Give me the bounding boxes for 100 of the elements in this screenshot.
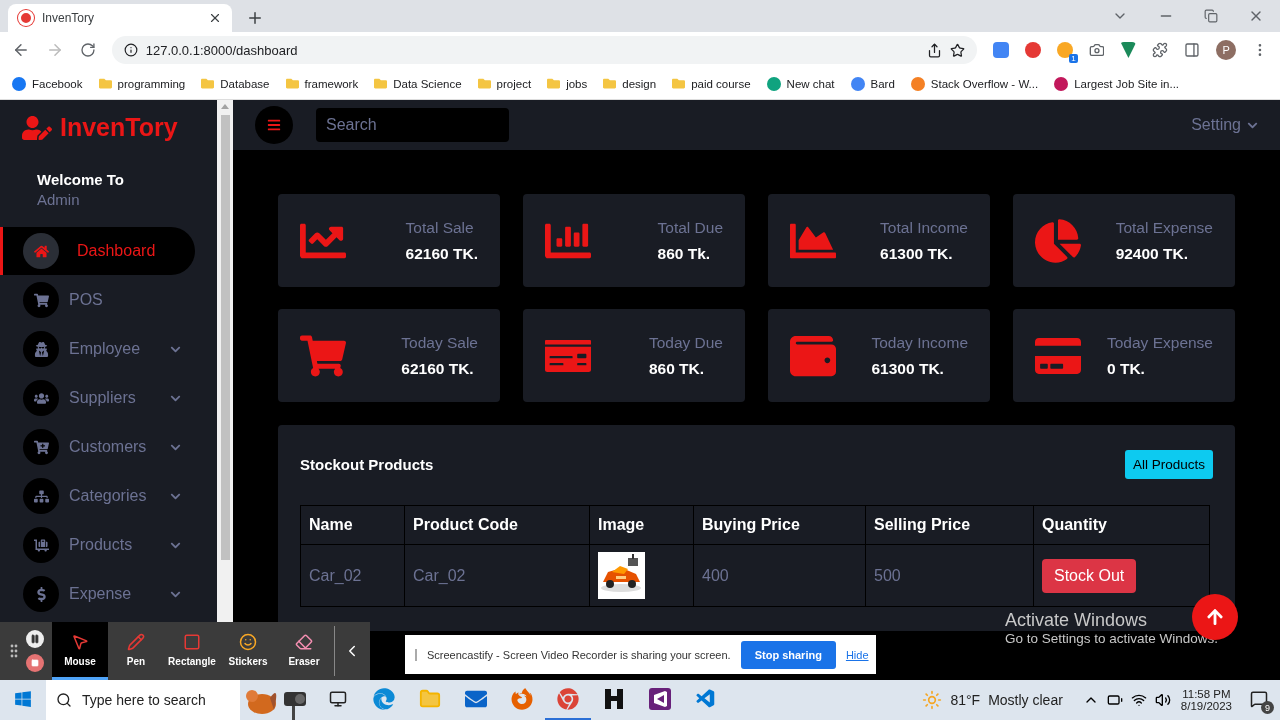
- recorder-tool[interactable]: Pen: [108, 622, 164, 680]
- browser-tab[interactable]: InvenTory: [8, 4, 232, 32]
- column-header: Quantity: [1033, 505, 1210, 545]
- stat-label: Today Sale: [401, 333, 478, 352]
- extension-icon[interactable]: [992, 42, 1009, 58]
- network-icon[interactable]: [1130, 692, 1147, 708]
- battery-icon[interactable]: [1106, 692, 1123, 708]
- column-header: Product Code: [404, 505, 590, 545]
- stop-sharing-button[interactable]: Stop sharing: [740, 640, 836, 669]
- user-name: Admin: [37, 191, 81, 208]
- side-panel-icon[interactable]: [1184, 42, 1201, 58]
- pie-chart-icon: [1035, 217, 1081, 264]
- pen-icon: [127, 632, 145, 651]
- profile-avatar[interactable]: P: [1216, 40, 1237, 60]
- welcome-text: Welcome To: [37, 171, 125, 188]
- table-cell: Car_02: [300, 544, 405, 607]
- bookmark[interactable]: programming: [98, 77, 186, 90]
- panel-title: Stockout Products: [300, 456, 434, 473]
- sidebar-item[interactable]: Employee: [0, 325, 195, 373]
- menu-button[interactable]: [255, 106, 293, 144]
- star-icon[interactable]: [949, 42, 965, 58]
- back-icon[interactable]: [12, 41, 30, 59]
- stat-value: 92400 TK.: [1115, 244, 1189, 263]
- all-products-button[interactable]: All Products: [1124, 450, 1213, 479]
- favicon-icon: [18, 10, 34, 26]
- bookmark[interactable]: Facebook: [12, 76, 83, 91]
- bookmark[interactable]: Bard: [850, 76, 895, 91]
- folder-icon: [547, 77, 561, 90]
- stock-out-button[interactable]: Stock Out: [1042, 558, 1137, 593]
- sidebar-item[interactable]: Expense: [0, 570, 195, 618]
- clock[interactable]: 11:58 PM 8/19/2023: [1170, 688, 1242, 712]
- pause-button[interactable]: [26, 630, 44, 648]
- notifications-button[interactable]: 9: [1248, 686, 1274, 714]
- bookmark[interactable]: New chat: [766, 76, 835, 91]
- search-field[interactable]: Search: [316, 108, 509, 142]
- stat-value: 0 TK.: [1107, 359, 1146, 378]
- sidebar-item[interactable]: Suppliers: [0, 374, 195, 422]
- extension-icon[interactable]: [1024, 42, 1041, 58]
- info-icon[interactable]: [123, 43, 138, 57]
- recorder-tool[interactable]: Stickers: [220, 622, 276, 680]
- setting-menu[interactable]: Setting: [1191, 116, 1258, 134]
- stat-label: Total Due: [657, 218, 723, 237]
- users-icon: [23, 380, 59, 416]
- weather-condition: Mostly clear: [988, 692, 1063, 708]
- column-header: Image: [589, 505, 694, 545]
- dollar-icon: [23, 576, 59, 612]
- luggage-cart-icon: [23, 527, 59, 563]
- sidebar-item[interactable]: Customers: [0, 423, 195, 471]
- address-bar[interactable]: 127.0.0.1:8000/dashboard: [111, 36, 977, 64]
- bookmark[interactable]: Stack Overflow - W...: [910, 76, 1039, 91]
- recorder-tool[interactable]: Mouse: [52, 622, 108, 680]
- hide-link[interactable]: Hide: [845, 648, 869, 661]
- extension-icon[interactable]: [1056, 42, 1073, 58]
- extension-badge: 1: [1069, 54, 1078, 63]
- scrollbar[interactable]: [217, 100, 233, 622]
- camera-icon[interactable]: [1088, 42, 1105, 58]
- person-icon: [23, 331, 59, 367]
- restore-icon[interactable]: [1204, 9, 1218, 23]
- search-icon: [56, 692, 72, 708]
- bookmark[interactable]: Data Science: [374, 77, 462, 90]
- stat-value: 860 Tk.: [657, 244, 712, 263]
- bookmark[interactable]: Database: [201, 77, 270, 90]
- bookmark[interactable]: design: [603, 77, 657, 90]
- reload-icon[interactable]: [79, 42, 96, 58]
- notification-count: 9: [1261, 701, 1274, 714]
- folder-icon: [285, 77, 299, 90]
- sidebar-item[interactable]: POS: [0, 276, 195, 324]
- share-icon[interactable]: [926, 42, 942, 58]
- stat-label: Total Income: [880, 218, 968, 237]
- stat-value: 61300 TK.: [880, 244, 954, 263]
- taskbar-search-field[interactable]: Type here to search: [46, 680, 240, 720]
- temperature: 81°F: [950, 692, 981, 708]
- recorder-tool[interactable]: Eraser: [276, 622, 332, 680]
- column-header: Buying Price: [693, 505, 866, 545]
- bookmark[interactable]: Largest Job Site in...: [1054, 76, 1180, 91]
- puzzle-icon[interactable]: [1152, 42, 1169, 58]
- bookmark[interactable]: paid course: [672, 77, 751, 90]
- rectangle-icon: [183, 632, 201, 651]
- folder-icon: [672, 77, 686, 90]
- recorder-tool[interactable]: Rectangle: [164, 622, 220, 680]
- new-tab-icon[interactable]: [246, 9, 264, 27]
- close-icon[interactable]: [208, 11, 222, 25]
- bookmark[interactable]: framework: [285, 77, 359, 90]
- sidebar-item[interactable]: Categories: [0, 472, 195, 520]
- bookmark[interactable]: project: [477, 77, 532, 90]
- home-icon: [23, 233, 59, 269]
- arrow-up-icon: [1206, 608, 1224, 626]
- activation-message: Go to Settings to activate Windows.: [1005, 631, 1219, 646]
- sidebar-item[interactable]: Products: [0, 521, 195, 569]
- sidebar-item[interactable]: Dashboard: [0, 227, 195, 275]
- volume-icon[interactable]: [1154, 692, 1171, 708]
- cursor-icon: [71, 632, 89, 651]
- hierarchy-icon: [23, 478, 59, 514]
- table-cell: 400: [693, 544, 866, 607]
- pause-icon: [30, 634, 40, 644]
- stat-label: Today Income: [871, 333, 968, 352]
- stop-button[interactable]: [26, 654, 44, 672]
- stat-value: 61300 TK.: [871, 359, 945, 378]
- activation-title: Activate Windows: [1005, 610, 1148, 631]
- bookmark[interactable]: jobs: [547, 77, 588, 90]
